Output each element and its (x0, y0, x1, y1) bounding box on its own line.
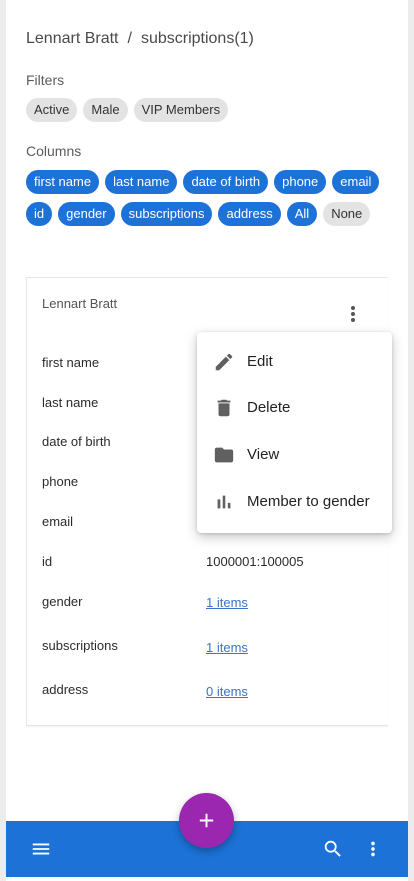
column-chip-subscriptions[interactable]: subscriptions (120, 202, 213, 226)
card-title: Lennart Bratt (42, 296, 118, 311)
row-label-subscriptions: subscriptions (42, 638, 118, 653)
column-chip-last-name[interactable]: last name (105, 170, 178, 194)
hamburger-menu-icon[interactable] (30, 838, 52, 860)
menu-item-edit[interactable]: Edit (197, 339, 392, 385)
column-chip-none[interactable]: None (323, 202, 371, 226)
breadcrumb: Lennart Bratt / subscriptions(1) (26, 30, 254, 48)
menu-item-member-to-gender[interactable]: Member to gender (197, 479, 392, 525)
folder-icon (214, 447, 234, 463)
menu-item-label: View (247, 446, 280, 463)
columns-label: Columns (26, 143, 82, 159)
menu-item-label: Delete (247, 399, 291, 416)
menu-item-label: Member to gender (247, 493, 370, 510)
add-fab-button[interactable] (179, 793, 234, 848)
row-value-gender-link[interactable]: 1 items (206, 595, 248, 610)
row-label-id: id (42, 554, 53, 569)
bar-chart-icon (217, 495, 231, 509)
column-chip-gender[interactable]: gender (58, 202, 115, 226)
row-label-gender: gender (42, 594, 83, 609)
pencil-icon (215, 353, 233, 371)
row-value-subscriptions-link[interactable]: 1 items (206, 640, 248, 655)
row-value-address-link[interactable]: 0 items (206, 684, 248, 699)
trash-icon (217, 399, 231, 417)
filter-chip-male[interactable]: Male (83, 98, 128, 122)
row-label-date-of-birth: date of birth (42, 434, 111, 449)
menu-item-delete[interactable]: Delete (197, 385, 392, 431)
filter-chip-active[interactable]: Active (26, 98, 78, 122)
column-chip-date-of-birth[interactable]: date of birth (183, 170, 269, 194)
breadcrumb-current: subscriptions(1) (140, 30, 254, 47)
row-label-phone: phone (42, 474, 79, 489)
search-icon[interactable] (322, 838, 344, 860)
column-chip-all[interactable]: All (286, 202, 318, 226)
column-chips: first name last name date of birth phone… (26, 170, 386, 226)
column-chip-email[interactable]: email (332, 170, 380, 194)
breadcrumb-separator: / (127, 30, 132, 47)
card-more-vert-icon[interactable] (345, 304, 361, 322)
column-chip-address[interactable]: address (218, 202, 281, 226)
menu-item-label: Edit (247, 353, 273, 370)
filter-chips: Active Male VIP Members (26, 98, 386, 122)
breadcrumb-parent[interactable]: Lennart Bratt (26, 30, 119, 47)
row-value-id: 1000001:100005 (206, 554, 304, 569)
row-label-first-name: first name (42, 355, 100, 370)
column-chip-first-name[interactable]: first name (26, 170, 100, 194)
more-vert-icon[interactable] (362, 838, 384, 860)
row-label-last-name: last name (42, 395, 99, 410)
filter-chip-vip-members[interactable]: VIP Members (133, 98, 229, 122)
context-menu: Edit Delete View Member to gender (197, 332, 392, 533)
row-label-address: address (42, 682, 89, 697)
plus-icon (199, 813, 214, 828)
row-label-email: email (42, 514, 74, 529)
column-chip-phone[interactable]: phone (274, 170, 327, 194)
menu-item-view[interactable]: View (197, 432, 392, 478)
column-chip-id[interactable]: id (26, 202, 53, 226)
page: Lennart Bratt / subscriptions(1) Filters A… (6, 0, 408, 881)
filters-label: Filters (26, 72, 65, 88)
